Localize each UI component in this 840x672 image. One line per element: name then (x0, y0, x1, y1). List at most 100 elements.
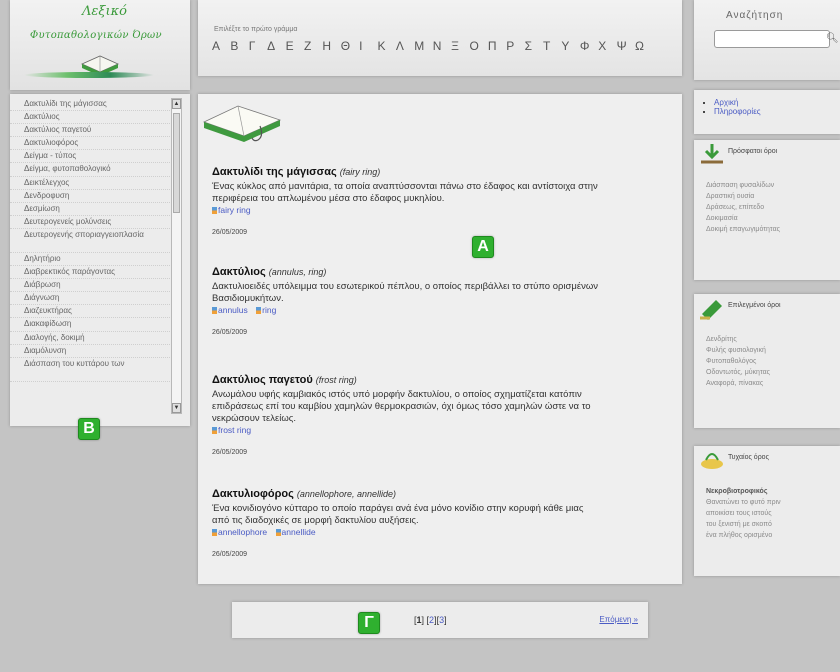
entry-2: Δακτύλιος παγετού (frost ring) Ανωμάλου … (212, 374, 602, 456)
page-link[interactable]: 2 (429, 615, 434, 625)
entry-definition: Δακτυλιοειδές υπόλειμμα του εσωτερικού π… (212, 281, 598, 304)
alphabet-letter[interactable]: Ν (433, 39, 451, 53)
search-icon[interactable]: 🔍︎ (826, 33, 839, 44)
entry-date: 26/05/2009 (212, 229, 248, 236)
term-list-item[interactable]: Διαλογής, δοκιμή (10, 332, 170, 345)
alphabet-letter[interactable]: Φ (580, 39, 598, 53)
term-list-item[interactable]: Δηλητήριο (10, 253, 170, 267)
marker-b: Β (78, 418, 100, 440)
box-body: Δενδρίτης Φυλής φυσιολογική Φυτοπαθολόγο… (706, 334, 834, 389)
entry-link[interactable]: annellide (282, 527, 316, 537)
entry-date: 26/05/2009 (212, 329, 248, 336)
entry-date: 26/05/2009 (212, 449, 248, 456)
term-list-item[interactable]: Δείγμα - τύπος (10, 150, 170, 164)
alphabet-letters: ΑΒΓΔΕΖΗΘΙΚΛΜΝΞΟΠΡΣΤΥΦΧΨΩ (212, 39, 653, 53)
alphabet-letter[interactable]: Π (488, 39, 506, 53)
alphabet-letter[interactable]: Ο (469, 39, 487, 53)
box-title: Τυχαίος όρος (728, 454, 769, 461)
alphabet-letter[interactable]: Ξ (451, 39, 469, 53)
term-list-item[interactable]: Διακαφίδωση (10, 318, 170, 332)
box-line[interactable]: Δράσεως, επίπεδο (706, 202, 834, 213)
box-line: ένα πλήθος ορισμένο (706, 532, 773, 539)
alphabet-letter[interactable]: Λ (396, 39, 414, 53)
term-list-item[interactable]: Δεικτέλεγχος (10, 177, 170, 190)
logo-title: Λεξικό (82, 4, 127, 19)
box-line[interactable]: Οδοντωτός, μύκητας (706, 367, 834, 378)
page-link[interactable]: 3 (439, 615, 444, 625)
term-list-item[interactable]: Διαβρεκτικός παράγοντας (10, 266, 170, 280)
alphabet-letter[interactable]: Γ (249, 39, 267, 53)
alphabet-letter[interactable]: Κ (378, 39, 396, 53)
scroll-down-button[interactable]: ▼ (172, 403, 181, 413)
entry-link[interactable]: annellophore (218, 527, 267, 537)
alphabet-letter[interactable]: Ι (359, 39, 377, 53)
entry-link[interactable]: ring (262, 305, 276, 315)
alphabet-letter[interactable]: Σ (525, 39, 543, 53)
box-line[interactable]: Αναφορά, πίνακας (706, 378, 834, 389)
search-input[interactable] (714, 30, 830, 48)
alphabet-letter[interactable]: Ζ (304, 39, 322, 53)
term-list-scrollbar[interactable]: ▲ ▼ (171, 98, 182, 414)
box-line[interactable]: Διάσπαση φυσαλίδων (706, 180, 834, 191)
box-line[interactable]: Δενδρίτης (706, 334, 834, 345)
entry-links: annulus ring (212, 305, 602, 315)
highlight-icon (700, 300, 722, 320)
term-list-item[interactable]: Διάβρωση (10, 279, 170, 293)
alphabet-letter[interactable]: Β (230, 39, 248, 53)
box-line[interactable]: Φυτοπαθολόγος (706, 356, 834, 367)
alphabet-letter[interactable]: Ε (286, 39, 304, 53)
term-list-item[interactable]: Διαζευκτήρας (10, 305, 170, 319)
entry-title[interactable]: Δακτυλίδι της μάγισσας (212, 166, 337, 178)
selected-terms-box: Επιλεγμένοι όροι Δενδρίτης Φυλής φυσιολο… (694, 294, 840, 428)
entry-link[interactable]: frost ring (218, 425, 251, 435)
logo-swoosh (24, 72, 154, 78)
alphabet-letter[interactable]: Τ (543, 39, 561, 53)
entry-definition: Ένας κύκλος από μανιτάρια, τα οποία αναπ… (212, 181, 598, 204)
site-logo[interactable]: Λεξικό Φυτοπαθολογικών Όρων (10, 0, 190, 90)
alphabet-letter[interactable]: Υ (561, 39, 579, 53)
alphabet-letter[interactable]: Ψ (617, 39, 635, 53)
term-list-item[interactable]: Δείγμα, φυτοπαθολογικό (10, 163, 170, 177)
scrollbar-thumb[interactable] (173, 113, 180, 213)
term-list-item[interactable]: Δεσμίωση (10, 203, 170, 216)
term-list-item[interactable]: Δακτυλίδι της μάγισσας (10, 98, 170, 112)
alphabet-letter[interactable]: Χ (598, 39, 616, 53)
alphabet-letter[interactable]: Ρ (506, 39, 524, 53)
alphabet-letter[interactable]: Δ (267, 39, 285, 53)
scroll-up-button[interactable]: ▲ (172, 99, 181, 109)
entry-link[interactable]: fairy ring (218, 205, 251, 215)
nav-item-info[interactable]: Πληροφορίες (714, 107, 761, 116)
flag-icon (275, 529, 281, 536)
box-line: αποικίσει τους ιστούς (706, 510, 772, 517)
search-label: Αναζήτηση (726, 10, 784, 21)
alphabet-letter[interactable]: Ω (635, 39, 653, 53)
entry-title[interactable]: Δακτυλιοφόρος (212, 488, 294, 500)
alphabet-letter[interactable]: Η (322, 39, 340, 53)
term-list-item[interactable]: Δενδροφυση (10, 190, 170, 203)
term-list-item[interactable]: Δευτερογενής σποριαγγειοπλασία (10, 229, 170, 253)
box-line[interactable]: Φυλής φυσιολογική (706, 345, 834, 356)
next-page-link[interactable]: Επόμενη » (599, 615, 638, 624)
alphabet-bar: Επιλέξτε το πρώτο γράμμα ΑΒΓΔΕΖΗΘΙΚΛΜΝΞΟ… (198, 0, 682, 76)
box-line[interactable]: Δοκιμή επαγωγιμότητας (706, 224, 834, 235)
term-list-item[interactable]: Δακτύλιος παγετού (10, 124, 170, 138)
entry-title[interactable]: Δακτύλιος (212, 266, 266, 278)
box-line[interactable]: Δραστική ουσία (706, 191, 834, 202)
term-list-item[interactable]: Διάσπαση του κυττάρου των (10, 358, 170, 382)
random-term-name[interactable]: Νεκροβιοτροφικός (706, 488, 767, 495)
entry-link[interactable]: annulus (218, 305, 248, 315)
random-term-header: Τυχαίος όρος (694, 446, 840, 470)
term-list-item[interactable]: Δακτυλιοφόρος (10, 137, 170, 151)
term-list-item[interactable]: Διάγνωση (10, 292, 170, 306)
box-line[interactable]: Δοκιμασία (706, 213, 834, 224)
term-list-item[interactable]: Δακτύλιος (10, 111, 170, 125)
term-list-item[interactable]: Δευτερογενείς μολύνσεις (10, 216, 170, 229)
right-nav: Αρχική Πληροφορίες (694, 90, 840, 134)
alphabet-letter[interactable]: Μ (414, 39, 432, 53)
alphabet-letter[interactable]: Α (212, 39, 230, 53)
term-list-item[interactable]: Διαμόλυνση (10, 345, 170, 358)
entry-title[interactable]: Δακτύλιος παγετού (212, 374, 313, 386)
nav-item-home[interactable]: Αρχική (714, 98, 761, 107)
alphabet-letter[interactable]: Θ (341, 39, 359, 53)
entry-definition: Ανωμάλου υφής καμβιακός ιστός υπό μορφήν… (212, 389, 591, 424)
